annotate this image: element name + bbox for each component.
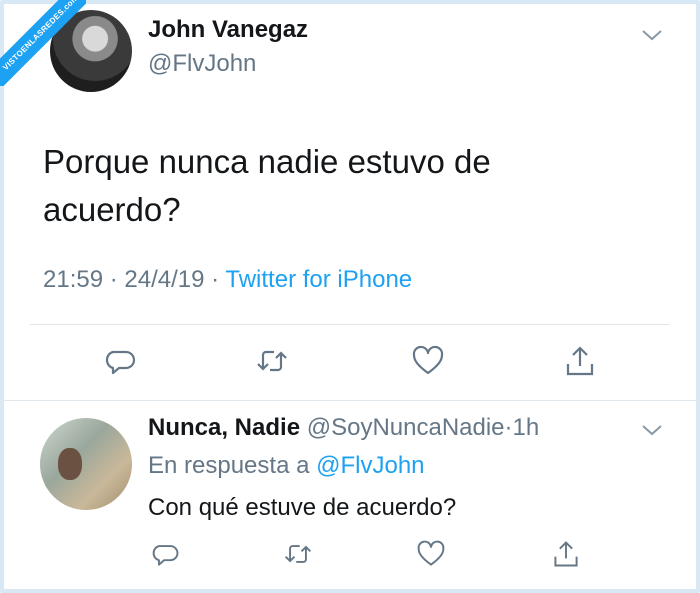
heart-icon bbox=[417, 540, 445, 566]
meta-separator: · bbox=[109, 266, 118, 293]
avatar-face bbox=[58, 448, 82, 480]
watermark-ribbon: VISTOENLASREDES.com bbox=[0, 0, 86, 86]
reply-header: Nunca, Nadie @SoyNuncaNadie·1h bbox=[148, 414, 539, 442]
tweet-text-line: Porque nunca nadie estuvo de bbox=[43, 143, 491, 180]
author-name[interactable]: John Vanegaz bbox=[148, 16, 308, 44]
share-button[interactable] bbox=[563, 344, 597, 378]
reply-age[interactable]: 1h bbox=[513, 414, 540, 441]
retweet-button[interactable] bbox=[283, 539, 313, 569]
tweet-meta: 21:59 · 24/4/19 · Twitter for iPhone bbox=[43, 266, 412, 294]
avatar[interactable] bbox=[40, 418, 132, 510]
divider bbox=[30, 324, 670, 325]
reply-icon bbox=[105, 350, 136, 375]
share-button[interactable] bbox=[551, 539, 581, 569]
divider bbox=[0, 400, 700, 401]
tweet-date[interactable]: 24/4/19 bbox=[124, 266, 204, 293]
author-handle[interactable]: @FlvJohn bbox=[148, 50, 256, 78]
retweet-icon bbox=[284, 545, 312, 563]
reply-author-handle[interactable]: @SoyNuncaNadie bbox=[307, 414, 505, 441]
tweet-text: Porque nunca nadie estuvo de acuerdo? bbox=[43, 138, 643, 234]
retweet-button[interactable] bbox=[255, 344, 289, 378]
meta-separator: · bbox=[504, 414, 513, 441]
in-reply-prefix: En respuesta a bbox=[148, 452, 310, 479]
chevron-down-icon[interactable] bbox=[641, 28, 663, 42]
tweet-source-link[interactable]: Twitter for iPhone bbox=[225, 266, 412, 293]
tweet-text-line: acuerdo? bbox=[43, 191, 181, 228]
share-icon bbox=[554, 541, 578, 567]
reply-text: Con qué estuve de acuerdo? bbox=[148, 494, 457, 521]
reply-mention-link[interactable]: @FlvJohn bbox=[316, 452, 424, 479]
like-button[interactable] bbox=[416, 539, 446, 569]
reply-icon bbox=[152, 545, 179, 566]
chevron-down-icon[interactable] bbox=[641, 423, 663, 437]
reply-author-name[interactable]: Nunca, Nadie bbox=[148, 414, 300, 441]
reply-button[interactable] bbox=[104, 344, 138, 378]
heart-icon bbox=[412, 345, 444, 375]
reply-button[interactable] bbox=[151, 539, 181, 569]
meta-separator: · bbox=[211, 266, 220, 293]
retweet-icon bbox=[257, 350, 287, 372]
share-icon bbox=[566, 346, 594, 376]
like-button[interactable] bbox=[411, 344, 445, 378]
tweet-time: 21:59 bbox=[43, 266, 104, 293]
watermark-text: VISTOENLASREDES.com bbox=[0, 0, 86, 86]
in-reply-to: En respuesta a @FlvJohn bbox=[148, 452, 425, 480]
